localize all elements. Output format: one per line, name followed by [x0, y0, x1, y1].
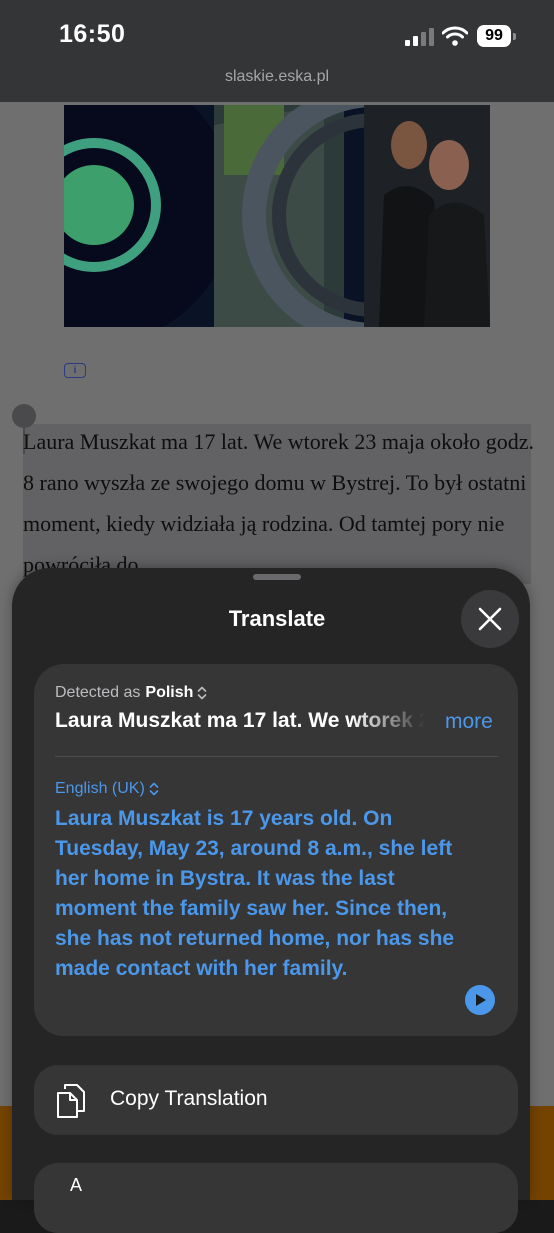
- translation-card: Detected as Polish Laura Muszkat ma 17 la…: [34, 664, 518, 1036]
- detected-language: Polish: [145, 684, 194, 701]
- play-icon: [476, 994, 486, 1006]
- target-language: English (UK): [55, 780, 145, 797]
- chevron-updown-icon: [198, 686, 207, 700]
- ad-info-icon[interactable]: i: [64, 363, 86, 378]
- copy-translation-label: Copy Translation: [110, 1087, 268, 1110]
- translate-sheet: Translate Detected as Polish Laura Muszka…: [12, 568, 530, 1233]
- target-language-selector[interactable]: English (UK): [55, 780, 159, 798]
- divider: [55, 756, 498, 757]
- copy-translation-button[interactable]: Copy Translation: [34, 1065, 518, 1135]
- wifi-icon: [442, 26, 468, 46]
- detected-language-row[interactable]: Detected as Polish: [55, 684, 207, 702]
- battery-tip: [513, 33, 516, 40]
- article-hero-image: [64, 105, 490, 327]
- address-bar-url[interactable]: slaskie.eska.pl: [0, 68, 554, 86]
- battery-level: 99: [477, 25, 511, 47]
- next-action-row[interactable]: A: [34, 1163, 518, 1233]
- translated-text: Laura Muszkat is 17 years old. On Tuesda…: [55, 807, 455, 980]
- chevron-updown-icon: [149, 782, 159, 796]
- next-row-glyph: A: [70, 1175, 83, 1195]
- play-translation-button[interactable]: [465, 985, 495, 1015]
- article-paragraph: Laura Muszkat ma 17 lat. We wtorek 23 ma…: [23, 429, 535, 577]
- clock: 16:50: [59, 20, 126, 48]
- battery-icon: 99: [477, 25, 517, 47]
- close-button[interactable]: [461, 590, 519, 648]
- copy-icon: [57, 1084, 85, 1118]
- source-text: Laura Muszkat ma 17 lat. We wtorek 23 ma…: [55, 709, 425, 732]
- sheet-grabber[interactable]: [253, 574, 301, 580]
- more-button[interactable]: more: [445, 710, 493, 734]
- detected-prefix: Detected as: [55, 684, 141, 701]
- status-bar: 16:50 99 slaskie.eska.pl: [0, 0, 554, 102]
- close-icon: [478, 607, 502, 631]
- signal-icon: [405, 28, 434, 46]
